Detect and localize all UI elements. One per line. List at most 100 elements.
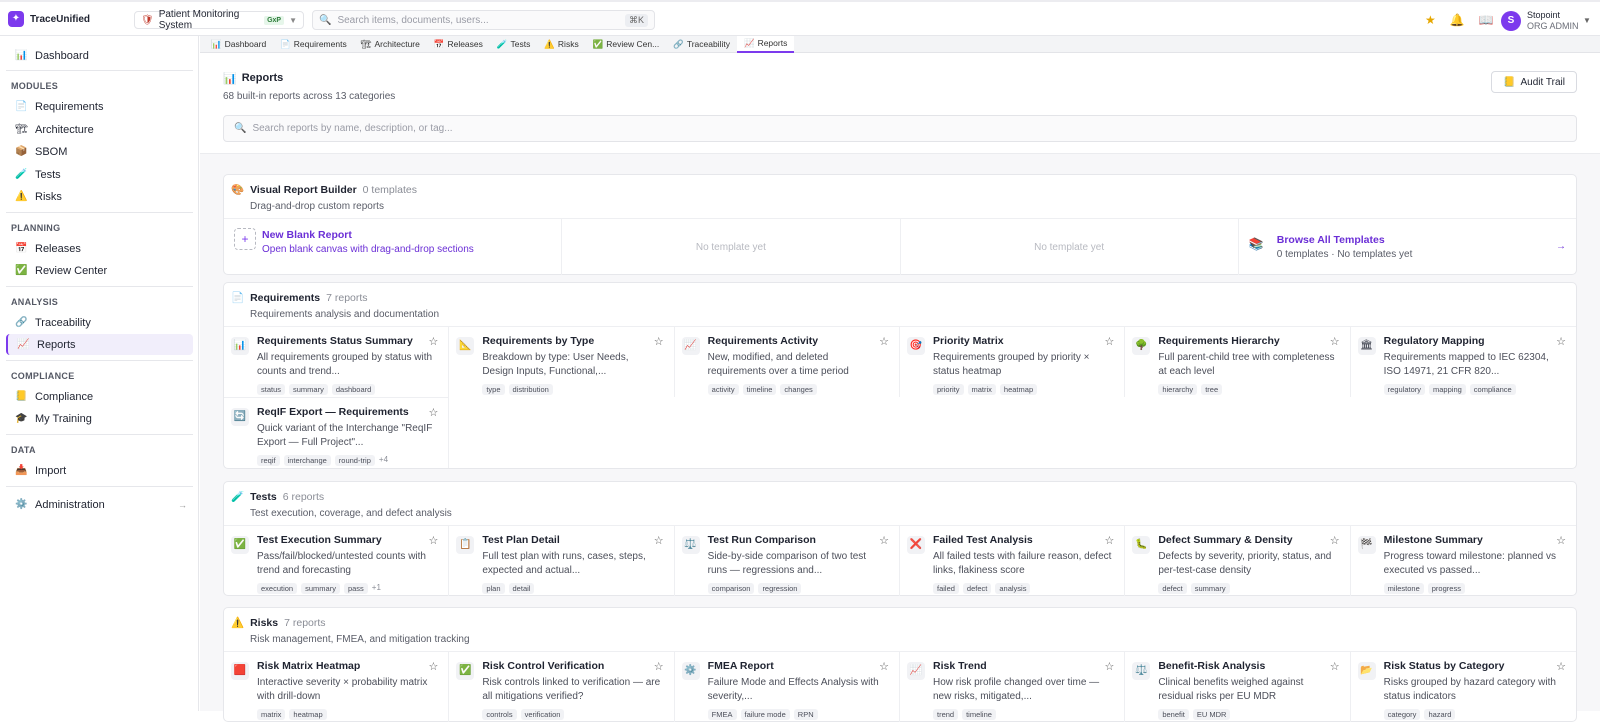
star-icon[interactable]: ☆ xyxy=(1104,660,1114,673)
app-logo-icon[interactable]: ✦ xyxy=(8,11,24,27)
report-card[interactable]: 📐 Requirements by Type ☆ Breakdown by type:… xyxy=(449,326,675,397)
report-card[interactable]: 📂 Risk Status by Category ☆ Risks grouped b… xyxy=(1350,651,1576,722)
report-search-input[interactable]: 🔍 Search reports by name, description, or… xyxy=(223,115,1577,142)
report-card[interactable]: ⚙️ FMEA Report ☆ Failure Mode and Effects A… xyxy=(674,651,900,722)
star-icon[interactable]: ☆ xyxy=(654,534,664,547)
report-title[interactable]: Test Execution Summary xyxy=(257,534,382,546)
sidebar-item-releases[interactable]: 📅 Releases xyxy=(6,238,193,259)
star-icon[interactable]: ☆ xyxy=(1556,335,1566,348)
sidebar-item-traceability[interactable]: 🔗 Traceability xyxy=(6,312,193,333)
sidebar-item-compliance[interactable]: 📒 Compliance xyxy=(6,386,193,407)
sidebar-item-review-center[interactable]: ✅ Review Center xyxy=(6,260,193,281)
star-icon[interactable]: ☆ xyxy=(428,335,438,348)
bell-icon[interactable]: 🔔 xyxy=(1450,13,1465,27)
report-title[interactable]: Priority Matrix xyxy=(933,335,1004,347)
app-brand[interactable]: TraceUnified xyxy=(30,14,90,25)
audit-trail-button[interactable]: 📒 Audit Trail xyxy=(1491,71,1577,93)
report-title[interactable]: Test Plan Detail xyxy=(482,534,559,546)
report-card[interactable]: 🌳 Requirements Hierarchy ☆ Full parent-chil… xyxy=(1125,326,1351,397)
report-title[interactable]: ReqIF Export — Requirements xyxy=(257,406,409,418)
star-icon[interactable]: ☆ xyxy=(1330,335,1340,348)
global-search-input[interactable]: 🔍 Search items, documents, users... ⌘K xyxy=(312,10,655,30)
browse-templates-link[interactable]: Browse All Templates xyxy=(1277,234,1385,246)
tab-tests[interactable]: 🧪 Tests xyxy=(490,36,537,53)
star-icon[interactable]: ☆ xyxy=(1104,534,1114,547)
sidebar-item-requirements[interactable]: 📄 Requirements xyxy=(6,96,193,117)
star-icon[interactable]: ★ xyxy=(1425,13,1436,27)
report-title[interactable]: Failed Test Analysis xyxy=(933,534,1033,546)
document-icon: 📄 xyxy=(231,292,245,304)
report-title[interactable]: Risk Trend xyxy=(933,660,987,672)
avatar[interactable]: S xyxy=(1501,11,1521,31)
browse-templates-card[interactable]: 📚 Browse All Templates 0 templates · No … xyxy=(1239,219,1576,275)
tab-risks[interactable]: ⚠️ Risks xyxy=(537,36,585,53)
report-card[interactable]: 🏛 Regulatory Mapping ☆ Requirements mapped … xyxy=(1350,326,1576,397)
report-card[interactable]: 📈 Risk Trend ☆ How risk profile changed ove… xyxy=(899,651,1126,722)
report-title[interactable]: Requirements Hierarchy xyxy=(1158,335,1279,347)
sidebar-item-architecture[interactable]: 🏗 Architecture xyxy=(6,119,193,140)
sidebar-item-import[interactable]: 📥 Import xyxy=(6,460,193,481)
report-title[interactable]: Risk Control Verification xyxy=(482,660,604,672)
report-title[interactable]: Requirements Activity xyxy=(708,335,818,347)
sidebar-item-administration[interactable]: ⚙️ Administration → xyxy=(6,494,193,515)
sidebar-item-reports[interactable]: 📈 Reports xyxy=(6,334,193,355)
report-title[interactable]: Test Run Comparison xyxy=(708,534,816,546)
report-card[interactable]: ⚖️ Test Run Comparison ☆ Side-by-side compa… xyxy=(674,525,900,596)
user-menu[interactable]: Stopoint ORG ADMIN xyxy=(1527,10,1579,32)
report-card[interactable]: 📊 Requirements Status Summary ☆ All require… xyxy=(224,326,450,397)
report-card[interactable]: 🏁 Milestone Summary ☆ Progress toward miles… xyxy=(1350,525,1576,596)
report-card[interactable]: 🔄 ReqIF Export — Requirements ☆ Quick varia… xyxy=(224,397,450,468)
chevron-down-icon[interactable]: ▼ xyxy=(1583,16,1591,25)
star-icon[interactable]: ☆ xyxy=(428,534,438,547)
sidebar-item-dashboard[interactable]: 📊 Dashboard xyxy=(6,45,193,66)
star-icon[interactable]: ☆ xyxy=(428,660,438,673)
report-card[interactable]: 📋 Test Plan Detail ☆ Full test plan with ru… xyxy=(449,525,675,596)
report-card[interactable]: 🐛 Defect Summary & Density ☆ Defects by sev… xyxy=(1125,525,1351,596)
sidebar-item-my-training[interactable]: 🎓 My Training xyxy=(6,408,193,429)
report-card[interactable]: ⚖️ Benefit-Risk Analysis ☆ Clinical benefit… xyxy=(1125,651,1351,722)
tab-architecture[interactable]: 🏗 Architecture xyxy=(354,36,427,53)
report-title[interactable]: FMEA Report xyxy=(708,660,774,672)
report-card[interactable]: ✅ Test Execution Summary ☆ Pass/fail/blocke… xyxy=(224,525,450,596)
report-card[interactable]: 🎯 Priority Matrix ☆ Requirements grouped by… xyxy=(899,326,1126,397)
new-blank-report-link[interactable]: New Blank Report xyxy=(262,229,352,241)
star-icon[interactable]: ☆ xyxy=(1556,534,1566,547)
star-icon[interactable]: ☆ xyxy=(1330,534,1340,547)
report-title[interactable]: Risk Matrix Heatmap xyxy=(257,660,360,672)
report-card[interactable]: ❌ Failed Test Analysis ☆ All failed tests w… xyxy=(899,525,1126,596)
report-title[interactable]: Benefit-Risk Analysis xyxy=(1158,660,1265,672)
book-icon[interactable]: 📖 xyxy=(1479,13,1494,27)
star-icon[interactable]: ☆ xyxy=(1330,660,1340,673)
star-icon[interactable]: ☆ xyxy=(654,660,664,673)
report-card[interactable]: 🟥 Risk Matrix Heatmap ☆ Interactive severit… xyxy=(224,651,450,722)
star-icon[interactable]: ☆ xyxy=(1104,335,1114,348)
star-icon[interactable]: ☆ xyxy=(428,406,438,419)
sidebar-item-risks[interactable]: ⚠️ Risks xyxy=(6,186,193,207)
star-icon[interactable]: ☆ xyxy=(879,534,889,547)
tab-traceability[interactable]: 🔗 Traceability xyxy=(666,36,737,53)
star-icon[interactable]: ☆ xyxy=(879,335,889,348)
report-card[interactable]: 📈 Requirements Activity ☆ New, modified, an… xyxy=(674,326,900,397)
star-icon[interactable]: ☆ xyxy=(654,335,664,348)
new-blank-report-card[interactable]: + New Blank Report Open blank canvas wit… xyxy=(224,219,563,275)
chart-icon: 📊 xyxy=(15,50,28,61)
tab-dashboard[interactable]: 📊 Dashboard xyxy=(204,36,273,53)
more-tags: +4 xyxy=(378,455,389,464)
report-title[interactable]: Regulatory Mapping xyxy=(1384,335,1485,347)
project-selector[interactable]: 🛡 Patient Monitoring System GxP ▼ xyxy=(134,9,304,31)
tab-requirements[interactable]: 📄 Requirements xyxy=(273,36,354,53)
sidebar-item-tests[interactable]: 🧪 Tests xyxy=(6,164,193,185)
report-title[interactable]: Requirements Status Summary xyxy=(257,335,413,347)
report-title[interactable]: Defect Summary & Density xyxy=(1158,534,1292,546)
tab-releases[interactable]: 📅 Releases xyxy=(427,36,490,53)
star-icon[interactable]: ☆ xyxy=(879,660,889,673)
report-title[interactable]: Milestone Summary xyxy=(1384,534,1483,546)
report-title[interactable]: Risk Status by Category xyxy=(1384,660,1505,672)
tab-review-center[interactable]: ✅ Review Cen... xyxy=(586,36,667,53)
star-icon[interactable]: ☆ xyxy=(1556,660,1566,673)
tab-reports[interactable]: 📈 Reports xyxy=(736,35,795,53)
sidebar-item-sbom[interactable]: 📦 SBOM xyxy=(6,141,193,162)
report-title[interactable]: Requirements by Type xyxy=(482,335,594,347)
report-card[interactable]: ✅ Risk Control Verification ☆ Risk controls… xyxy=(449,651,675,722)
chevron-down-icon: ▼ xyxy=(289,15,297,25)
